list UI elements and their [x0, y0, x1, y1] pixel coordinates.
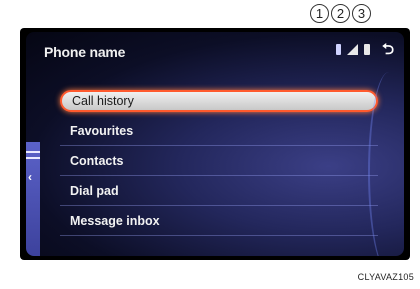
callout-2: 2: [331, 4, 350, 23]
bluetooth-icon: [335, 44, 341, 55]
menu-item-favourites[interactable]: Favourites: [60, 116, 378, 146]
callout-numbers: 1 2 3: [310, 4, 371, 23]
phone-menu-panel: Phone name ⮌ ‹ Call history Favourites C…: [26, 32, 404, 256]
back-icon[interactable]: ⮌: [382, 42, 394, 57]
page-title: Phone name: [44, 44, 126, 60]
display-screen: Phone name ⮌ ‹ Call history Favourites C…: [20, 28, 410, 260]
decorative-arc: [368, 72, 404, 256]
menu-item-contacts[interactable]: Contacts: [60, 146, 378, 176]
side-menu-tab[interactable]: [26, 142, 40, 256]
callout-3: 3: [352, 4, 371, 23]
callout-1: 1: [310, 4, 329, 23]
menu-item-label: Message inbox: [70, 213, 160, 228]
chevron-left-icon: ‹: [28, 170, 32, 184]
tab-line-icon: [26, 157, 40, 159]
status-bar: ⮌: [335, 42, 394, 57]
tab-line-icon: [26, 151, 40, 153]
figure-caption: CLYAVAZ105: [357, 272, 414, 282]
menu-item-label: Favourites: [70, 123, 134, 138]
signal-strength-icon: [346, 44, 358, 55]
menu-item-dial-pad[interactable]: Dial pad: [60, 176, 378, 206]
menu-item-label: Call history: [72, 94, 134, 108]
battery-icon: [363, 44, 370, 55]
phone-menu-list: Call history Favourites Contacts Dial pa…: [60, 86, 378, 236]
menu-item-label: Contacts: [70, 153, 124, 168]
menu-item-message-inbox[interactable]: Message inbox: [60, 206, 378, 236]
menu-item-label: Dial pad: [70, 183, 119, 198]
menu-item-call-history[interactable]: Call history: [60, 90, 378, 112]
